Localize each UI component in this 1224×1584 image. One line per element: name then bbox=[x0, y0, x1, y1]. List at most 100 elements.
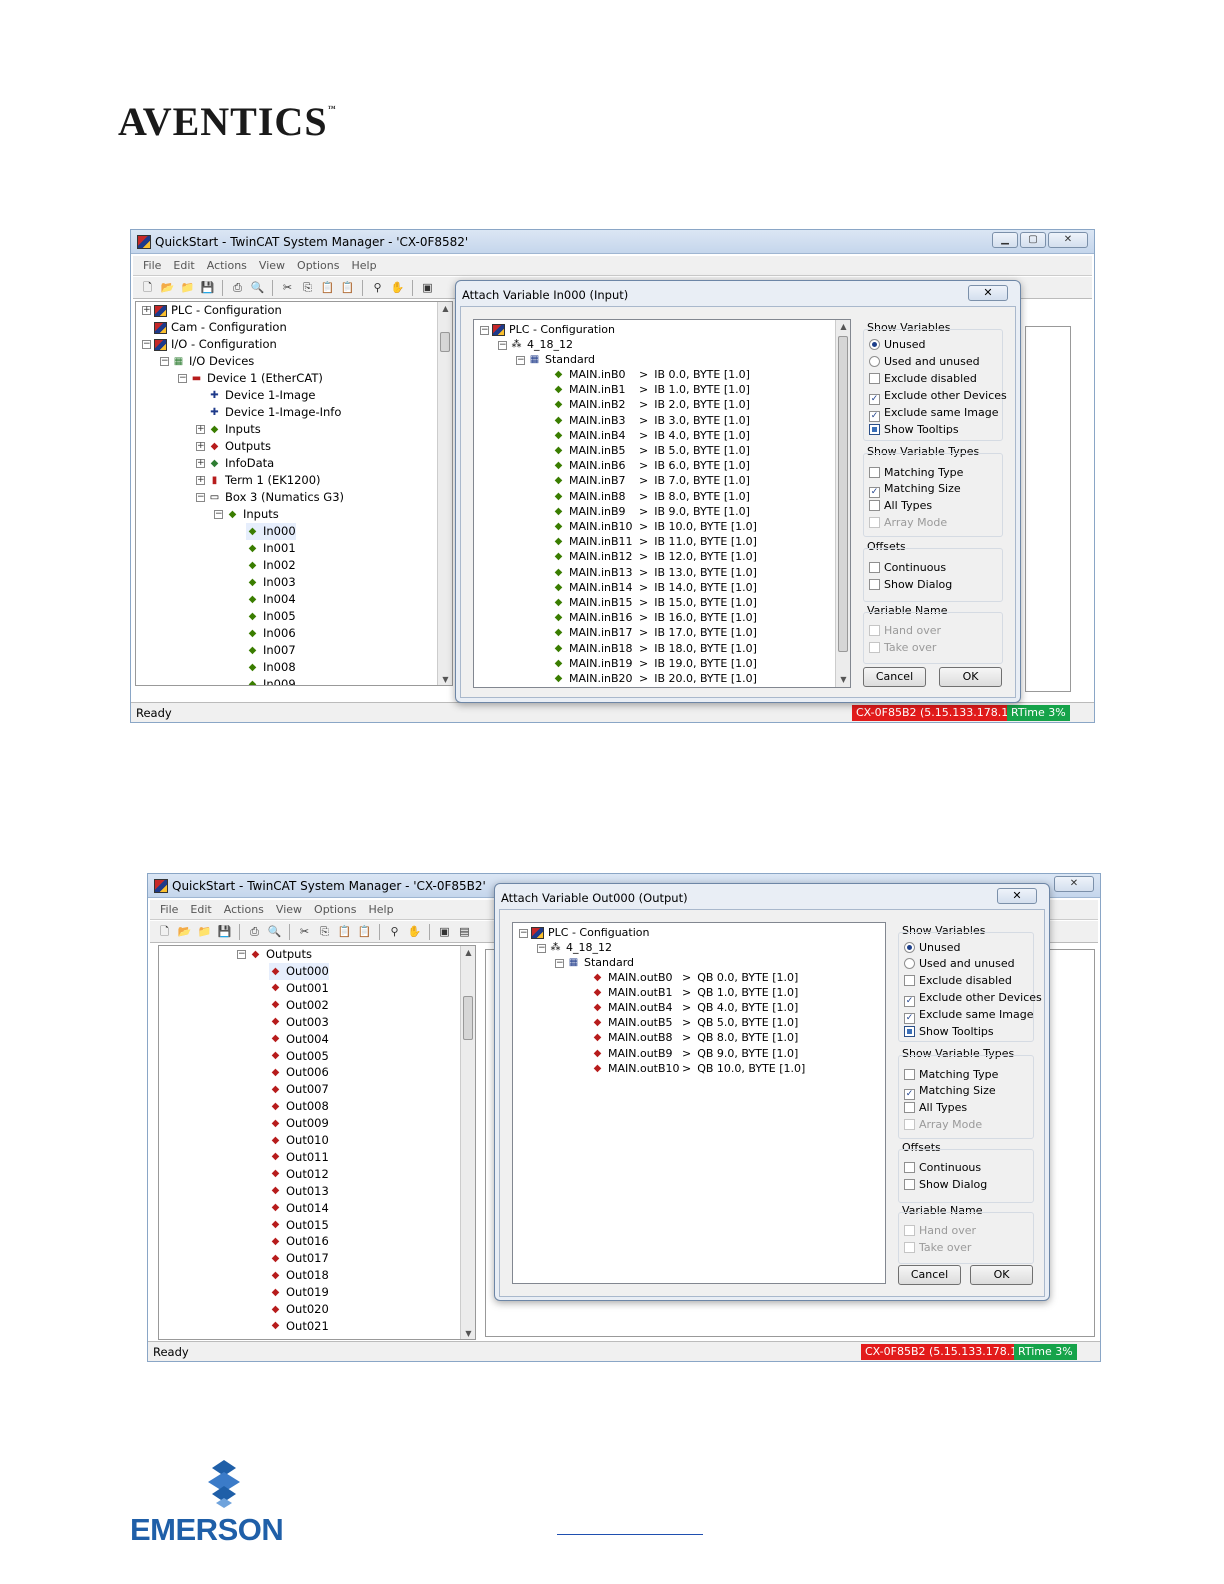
minimize-button[interactable]: ▁ bbox=[992, 232, 1018, 248]
collapse-icon[interactable]: − bbox=[237, 950, 246, 959]
checkbox-continuous[interactable]: Continuous bbox=[869, 561, 946, 574]
checkbox-take-over[interactable]: Take over bbox=[869, 641, 936, 654]
checkbox-continuous[interactable]: Continuous bbox=[904, 1161, 981, 1174]
radio-used-unused[interactable]: Used and unused bbox=[904, 957, 1015, 970]
input-variable-row[interactable]: ◆ MAIN.inB15 > IB 15.0, BYTE [1.0] bbox=[552, 595, 757, 610]
checkbox-hand-over[interactable]: Hand over bbox=[869, 624, 941, 637]
tree-output-item[interactable]: ◆ Out002 bbox=[269, 997, 329, 1014]
scroll-thumb[interactable] bbox=[463, 996, 473, 1040]
tree-box3[interactable]: − ▭ Box 3 (Numatics G3) bbox=[196, 489, 344, 506]
scroll-thumb[interactable] bbox=[440, 332, 450, 352]
tree-device1-image-info[interactable]: ✚ Device 1-Image-Info bbox=[208, 404, 341, 421]
checkbox-exclude-disabled[interactable]: Exclude disabled bbox=[869, 372, 977, 385]
input-variable-row[interactable]: ◆ MAIN.inB11 > IB 11.0, BYTE [1.0] bbox=[552, 534, 757, 549]
network-icon[interactable]: ▤ bbox=[456, 924, 473, 940]
scroll-up-icon[interactable]: ▲ bbox=[438, 302, 452, 316]
checkbox-show-tooltips[interactable]: Show Tooltips bbox=[904, 1025, 994, 1038]
save-icon[interactable]: 💾 bbox=[216, 924, 233, 940]
tree-output-item[interactable]: ◆ Out004 bbox=[269, 1031, 329, 1048]
var-tree-scrollbar[interactable]: ▲ ▼ bbox=[835, 320, 850, 687]
tree-output-item[interactable]: ◆ Out021 bbox=[269, 1318, 329, 1335]
menu-file[interactable]: File bbox=[156, 900, 186, 919]
output-variable-row[interactable]: ◆ MAIN.outB10 > QB 10.0, BYTE [1.0] bbox=[591, 1061, 806, 1076]
tree-output-item[interactable]: ◆ Out007 bbox=[269, 1081, 329, 1098]
paste-icon[interactable]: 📋 bbox=[336, 924, 353, 940]
scroll-up-icon[interactable]: ▲ bbox=[836, 320, 850, 334]
var-tree-standard[interactable]: − ▦ Standard bbox=[516, 352, 595, 367]
output-variable-row[interactable]: ◆ MAIN.outB9 > QB 9.0, BYTE [1.0] bbox=[591, 1046, 799, 1061]
collapse-icon[interactable]: − bbox=[516, 355, 525, 365]
output-variable-row[interactable]: ◆ MAIN.outB4 > QB 4.0, BYTE [1.0] bbox=[591, 1000, 799, 1015]
find-icon[interactable]: ⚲ bbox=[386, 924, 403, 940]
radio-unused[interactable]: Unused bbox=[904, 941, 960, 954]
checkbox-matching-size[interactable]: ✓ Matching Size bbox=[904, 1084, 996, 1100]
checkbox-show-tooltips[interactable]: Show Tooltips bbox=[869, 423, 959, 436]
copy-icon[interactable]: ⎘ bbox=[299, 280, 316, 296]
input-variable-row[interactable]: ◆ MAIN.inB4 > IB 4.0, BYTE [1.0] bbox=[552, 428, 750, 443]
print-preview-icon[interactable]: 🔍 bbox=[266, 924, 283, 940]
collapse-icon[interactable]: − bbox=[214, 510, 223, 519]
input-variable-row[interactable]: ◆ MAIN.inB16 > IB 16.0, BYTE [1.0] bbox=[552, 610, 757, 625]
ok-button[interactable]: OK bbox=[939, 667, 1002, 687]
tree-output-item[interactable]: ◆ Out016 bbox=[269, 1233, 329, 1250]
tree-output-item[interactable]: ◆ Out014 bbox=[269, 1200, 329, 1217]
open-folder-icon[interactable]: 📂 bbox=[159, 280, 176, 296]
var-tree-root[interactable]: − PLC - Configuration bbox=[480, 322, 615, 337]
tree-output-item[interactable]: ◆ Out011 bbox=[269, 1149, 329, 1166]
input-variable-row[interactable]: ◆ MAIN.inB12 > IB 12.0, BYTE [1.0] bbox=[552, 549, 757, 564]
menu-help[interactable]: Help bbox=[364, 900, 401, 919]
tree-in000[interactable]: ◆ In000 bbox=[246, 523, 296, 540]
tree-in006[interactable]: ◆ In006 bbox=[246, 625, 296, 642]
tree-in001[interactable]: ◆ In001 bbox=[246, 540, 296, 557]
tree-output-item[interactable]: ◆ Out017 bbox=[269, 1250, 329, 1267]
var-tree-project[interactable]: − ⁂ 4_18_12 bbox=[537, 940, 612, 955]
tree-output-item[interactable]: ◆ Out003 bbox=[269, 1014, 329, 1031]
input-variable-row[interactable]: ◆ MAIN.inB14 > IB 14.0, BYTE [1.0] bbox=[552, 580, 757, 595]
input-variable-row[interactable]: ◆ MAIN.inB17 > IB 17.0, BYTE [1.0] bbox=[552, 625, 757, 640]
tree-output-item[interactable]: ◆ Out000 bbox=[269, 963, 329, 980]
find-next-icon[interactable]: ✋ bbox=[406, 924, 423, 940]
tree-io-devices[interactable]: − ▦ I/O Devices bbox=[160, 353, 254, 370]
checkbox-hand-over[interactable]: Hand over bbox=[904, 1224, 976, 1237]
close-button[interactable]: ✕ bbox=[1054, 876, 1094, 892]
dialog-close-button[interactable]: ✕ bbox=[968, 285, 1008, 301]
expand-icon[interactable]: + bbox=[196, 442, 205, 451]
collapse-icon[interactable]: − bbox=[498, 340, 507, 350]
ok-button[interactable]: OK bbox=[970, 1265, 1033, 1285]
target-icon[interactable]: ▣ bbox=[419, 280, 436, 296]
tree-infodata[interactable]: + ◆ InfoData bbox=[196, 455, 274, 472]
tree-in004[interactable]: ◆ In004 bbox=[246, 591, 296, 608]
var-tree-project[interactable]: − ⁂ 4_18_12 bbox=[498, 337, 573, 352]
cancel-button[interactable]: Cancel bbox=[898, 1265, 961, 1285]
tree-output-item[interactable]: ◆ Out020 bbox=[269, 1301, 329, 1318]
close-button[interactable]: ✕ bbox=[1048, 232, 1088, 248]
maximize-button[interactable]: ▢ bbox=[1020, 232, 1046, 248]
expand-icon[interactable]: + bbox=[196, 459, 205, 468]
tree-in002[interactable]: ◆ In002 bbox=[246, 557, 296, 574]
collapse-icon[interactable]: − bbox=[555, 958, 564, 968]
input-variable-row[interactable]: ◆ MAIN.inB13 > IB 13.0, BYTE [1.0] bbox=[552, 565, 757, 580]
collapse-icon[interactable]: − bbox=[196, 493, 205, 502]
menu-edit[interactable]: Edit bbox=[186, 900, 219, 919]
paste-special-icon[interactable]: 📋 bbox=[356, 924, 373, 940]
scroll-thumb[interactable] bbox=[838, 336, 848, 652]
checkbox-exclude-same-image[interactable]: ✓ Exclude same Image bbox=[869, 406, 999, 422]
input-variable-row[interactable]: ◆ MAIN.inB20 > IB 20.0, BYTE [1.0] bbox=[552, 671, 757, 686]
input-variable-row[interactable]: ◆ MAIN.inB9 > IB 9.0, BYTE [1.0] bbox=[552, 504, 750, 519]
input-variable-row[interactable]: ◆ MAIN.inB10 > IB 10.0, BYTE [1.0] bbox=[552, 519, 757, 534]
tree-in005[interactable]: ◆ In005 bbox=[246, 608, 296, 625]
cut-icon[interactable]: ✂ bbox=[279, 280, 296, 296]
input-variable-row[interactable]: ◆ MAIN.inB1 > IB 1.0, BYTE [1.0] bbox=[552, 382, 750, 397]
checkbox-all-types[interactable]: All Types bbox=[869, 499, 932, 512]
radio-unused[interactable]: Unused bbox=[869, 338, 925, 351]
collapse-icon[interactable]: − bbox=[480, 325, 489, 335]
new-file-icon[interactable]: 🗋 bbox=[139, 280, 156, 296]
tree-inputs[interactable]: + ◆ Inputs bbox=[196, 421, 261, 438]
checkbox-matching-size[interactable]: ✓ Matching Size bbox=[869, 482, 961, 498]
menu-help[interactable]: Help bbox=[347, 256, 384, 275]
checkbox-take-over[interactable]: Take over bbox=[904, 1241, 971, 1254]
collapse-icon[interactable]: − bbox=[537, 943, 546, 953]
scroll-down-icon[interactable]: ▼ bbox=[438, 673, 452, 685]
paste-icon[interactable]: 📋 bbox=[319, 280, 336, 296]
tree-in003[interactable]: ◆ In003 bbox=[246, 574, 296, 591]
